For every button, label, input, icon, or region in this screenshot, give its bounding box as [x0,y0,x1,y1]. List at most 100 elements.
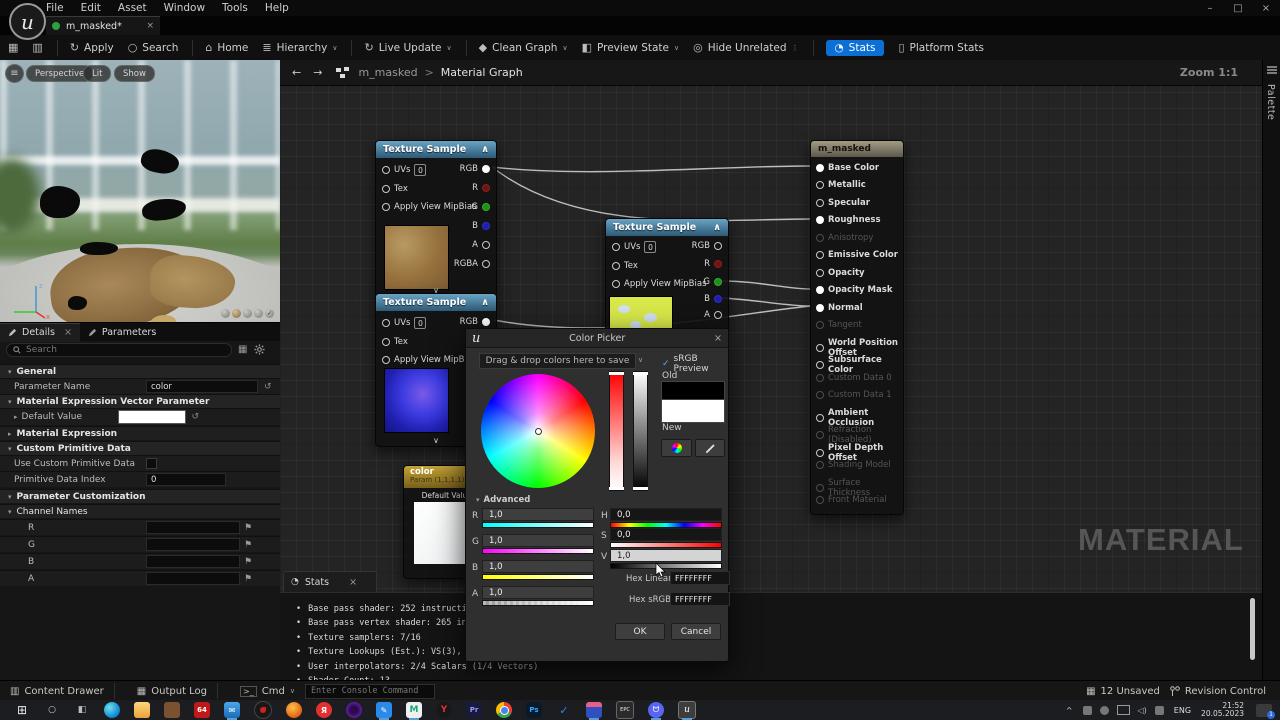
minimize-button[interactable]: – [1196,3,1224,14]
saved-colors-dropdown[interactable]: Drag & drop colors here to save [479,353,636,369]
pin-g[interactable] [714,278,722,286]
pin-b[interactable] [482,222,490,230]
floppy-app-icon[interactable] [586,702,602,718]
save-icon[interactable]: ▦ [8,41,18,54]
geforce-icon[interactable] [260,707,266,713]
node-header[interactable]: Texture Sample ∧ [606,219,728,236]
browser-orange-icon[interactable] [286,702,302,718]
chevron-down-icon[interactable]: ∨ [638,356,643,364]
nav-forward-icon[interactable]: → [313,66,322,79]
default-value-color-swatch[interactable] [118,410,186,424]
pin-shading-model[interactable] [816,461,824,469]
tray-expand-icon[interactable]: ^ [1066,706,1073,715]
stats-tab[interactable]: ◔ Stats × [283,571,377,592]
slider-v-track[interactable] [610,563,722,569]
flag-icon[interactable]: ⚑ [244,540,252,550]
gear-icon[interactable] [254,344,265,355]
advanced-expander[interactable]: ▾ Advanced [476,495,530,505]
collapse-icon[interactable]: ∧ [481,144,489,155]
media-purple-icon[interactable] [346,702,362,718]
output-log-button[interactable]: ▦ Output Log [137,686,207,697]
menu-help[interactable]: Help [265,2,289,14]
section-custom-primitive-data[interactable]: ▾ Custom Primitive Data [0,441,280,455]
pin-b[interactable] [714,295,722,303]
pin-ambient-occlusion[interactable] [816,414,824,422]
flag-icon[interactable]: ⚑ [244,557,252,567]
scrollbar[interactable] [1250,598,1255,660]
parameter-name-input[interactable]: color [146,380,258,393]
use-cpd-checkbox[interactable] [146,458,157,469]
custom-mesh-icon[interactable]: ✓ [265,309,274,318]
collapse-icon[interactable]: ∧ [481,297,489,308]
pin-rgb[interactable] [482,318,490,326]
revision-control-button[interactable]: Revision Control [1170,686,1266,697]
yandex-icon[interactable]: Я [316,702,332,718]
channel-b-input[interactable] [146,555,240,568]
notification-center-icon[interactable]: 1 [1256,704,1272,717]
pin-uvs[interactable] [612,243,620,251]
pin-front-material[interactable] [816,496,824,504]
mail-icon[interactable]: ✉ [224,702,240,718]
asset-tab-m-masked[interactable]: m_masked* × [46,16,160,35]
maximize-button[interactable]: □ [1224,3,1252,14]
pin-refraction[interactable] [816,431,824,439]
pin-a[interactable] [482,241,490,249]
pin-r[interactable] [482,184,490,192]
reset-icon[interactable]: ↺ [264,382,272,392]
close-icon[interactable]: × [64,327,72,338]
tray-icon[interactable] [1100,706,1109,715]
pin-uvs[interactable] [382,319,390,327]
slider-g-value[interactable]: 1,0 [482,534,594,547]
lit-mode-button[interactable]: Lit [83,65,111,82]
pin-r[interactable] [714,260,722,268]
home-button[interactable]: ⌂ Home [205,41,248,54]
notes-blue-icon[interactable]: ✎ [376,702,392,718]
pin-custom-data-0[interactable] [816,374,824,382]
pin-opacity-mask[interactable] [816,286,824,294]
slider-b-track[interactable] [482,574,594,580]
pin-rgb[interactable] [482,165,490,173]
expand-icon[interactable]: ∨ [433,436,439,445]
unsaved-indicator[interactable]: ▦ 12 Unsaved [1086,686,1160,697]
hierarchy-button[interactable]: ≣ Hierarchy ∨ [262,41,337,54]
pin-tex[interactable] [382,338,390,346]
flag-icon[interactable]: ⚑ [244,574,252,584]
pin-mipbias[interactable] [382,203,390,211]
uvs-value[interactable]: 0 [414,164,426,176]
tab-parameters[interactable]: Parameters [80,323,164,341]
slider-b-value[interactable]: 1,0 [482,560,594,573]
check-app-icon[interactable]: ✓ [556,702,572,718]
epic-games-icon[interactable]: EPC [616,701,634,719]
sphere-mesh-icon[interactable] [232,309,241,318]
uvs-value[interactable]: 0 [414,317,426,329]
clock[interactable]: 21:52 20.05.2023 [1201,702,1244,718]
tray-icon[interactable] [1155,706,1164,715]
photoshop-icon[interactable]: Ps [526,702,542,718]
ok-button[interactable]: OK [615,623,665,640]
live-update-button[interactable]: ↻ Live Update ∨ [364,41,451,54]
pin-custom-data-1[interactable] [816,391,824,399]
menu-edit[interactable]: Edit [81,2,101,14]
menu-file[interactable]: File [46,2,64,14]
pin-g[interactable] [482,203,490,211]
yandex-browser-icon[interactable]: Y [436,702,452,718]
show-button[interactable]: Show [114,65,155,82]
value-bar[interactable] [633,371,648,491]
pin-specular[interactable] [816,199,824,207]
collapse-icon[interactable]: ∧ [713,222,721,233]
pdi-input[interactable]: 0 [146,473,226,486]
more-options-icon[interactable]: ⋮ [792,44,799,52]
slider-r-value[interactable]: 1,0 [482,508,594,521]
channel-a-input[interactable] [146,572,240,585]
slider-s-value[interactable]: 0,0 [610,528,722,541]
pin-pixel-depth-offset[interactable] [816,449,824,457]
apply-button[interactable]: ↻ Apply [70,41,114,54]
unreal-engine-taskbar-icon[interactable]: u [678,701,696,719]
tray-icon[interactable] [1083,706,1092,715]
themes-button[interactable] [661,439,692,457]
node-header[interactable]: Texture Sample ∧ [376,141,496,158]
saturation-bar[interactable] [609,371,624,491]
grid-view-icon[interactable]: ▦ [238,344,247,355]
color-wheel[interactable] [481,374,595,488]
texture-sample-node-1[interactable]: Texture Sample ∧ UVs0 Tex Apply View Mip… [375,140,497,297]
